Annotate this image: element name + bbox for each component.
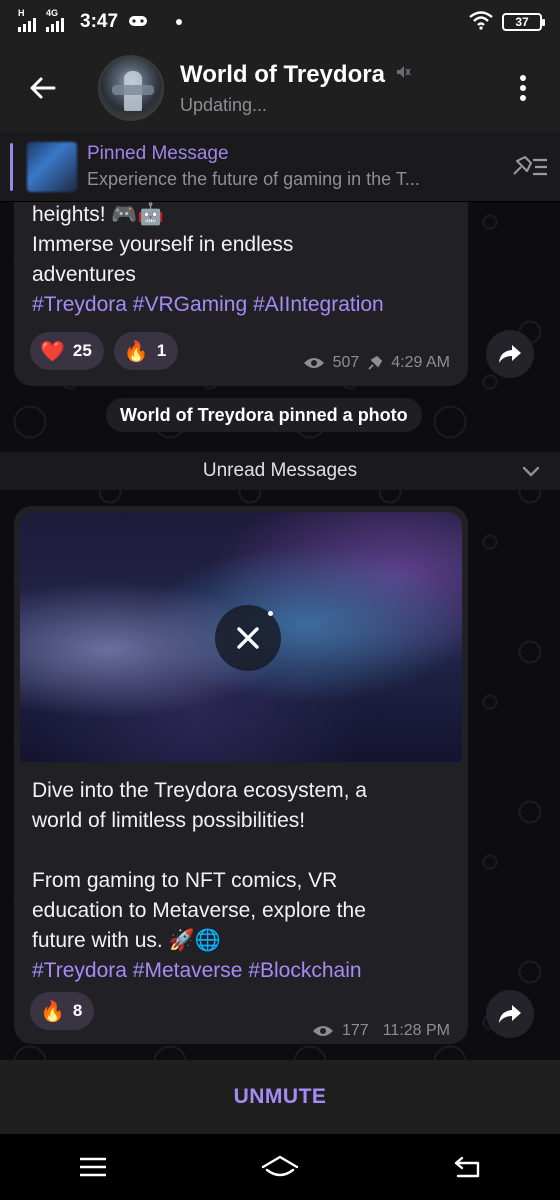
- recent-apps-button[interactable]: [63, 1142, 123, 1192]
- game-controller-icon: [128, 14, 148, 31]
- unmute-button[interactable]: UNMUTE: [234, 1085, 327, 1109]
- pinned-label: Pinned Message: [87, 143, 229, 164]
- more-options-button[interactable]: [500, 44, 546, 132]
- view-count: 507: [332, 354, 360, 371]
- message-bubble[interactable]: Dive into the Treydora ecosystem, a worl…: [14, 506, 468, 1044]
- more-vert-icon: [520, 75, 526, 101]
- progress-indicator: [268, 611, 273, 616]
- pinned-indicator: [10, 142, 13, 191]
- reactions: ❤️ 25 🔥 1: [30, 332, 179, 370]
- reactions: 🔥 8: [30, 992, 95, 1030]
- views-icon: [303, 358, 324, 368]
- message-meta: 177 11:28 PM: [312, 1022, 450, 1040]
- back-button[interactable]: [0, 44, 84, 132]
- views-icon: [313, 1026, 333, 1036]
- message-text: heights! 🎮🤖 Immerse yourself in endless …: [32, 202, 462, 320]
- channel-avatar[interactable]: [98, 55, 164, 121]
- muted-icon: [395, 64, 411, 85]
- message-time: 11:28 PM: [382, 1022, 450, 1039]
- reaction-fire[interactable]: 🔥 1: [113, 332, 179, 370]
- back-nav-button[interactable]: [437, 1142, 497, 1192]
- chevron-down-icon[interactable]: [520, 460, 542, 482]
- wifi-icon: [468, 10, 494, 35]
- service-message: World of Treydora pinned a photo: [106, 398, 422, 432]
- pinned-message-bar[interactable]: Pinned Message Experience the future of …: [0, 132, 560, 202]
- chat-header: World of Treydora Updating...: [0, 44, 560, 132]
- back-nav-icon: [454, 1156, 479, 1178]
- status-bar: H 4G 3:47 37: [0, 0, 560, 44]
- hashtags[interactable]: #Treydora #VRGaming #AIIntegration: [32, 290, 462, 320]
- share-icon: [499, 345, 521, 363]
- cancel-download-button[interactable]: [215, 605, 281, 671]
- system-nav-bar: [0, 1134, 560, 1200]
- reaction-heart[interactable]: ❤️ 25: [30, 332, 104, 370]
- message-meta: 507 4:29 AM: [303, 354, 450, 372]
- channel-title: World of Treydora: [180, 60, 385, 88]
- pinned-thumbnail: [27, 141, 77, 192]
- home-icon: [261, 1155, 299, 1177]
- cancel-download-icon: [237, 627, 259, 649]
- battery-icon: 37: [502, 13, 545, 31]
- unread-messages-divider: Unread Messages: [0, 452, 560, 490]
- message-text: Dive into the Treydora ecosystem, a worl…: [32, 776, 462, 986]
- pinned-preview: Experience the future of gaming in the T…: [87, 169, 420, 189]
- pin-list-button[interactable]: [500, 155, 560, 179]
- signal-icon: H: [18, 8, 36, 32]
- back-arrow-icon: [30, 77, 56, 99]
- signal-4g-icon: 4G: [46, 8, 64, 32]
- menu-icon: [80, 1157, 107, 1177]
- notification-dot: [176, 19, 183, 25]
- pin-icon: [368, 355, 383, 370]
- reaction-fire[interactable]: 🔥 8: [30, 992, 95, 1030]
- channel-status: Updating...: [180, 94, 268, 115]
- share-button[interactable]: [486, 990, 534, 1038]
- view-count: 177: [342, 1022, 369, 1039]
- chat-area[interactable]: heights! 🎮🤖 Immerse yourself in endless …: [0, 202, 560, 1060]
- share-icon: [499, 1005, 521, 1023]
- clock: 3:47: [80, 11, 119, 32]
- channel-info[interactable]: World of Treydora Updating...: [180, 61, 500, 116]
- pin-list-icon: [513, 155, 547, 175]
- home-button[interactable]: [250, 1142, 310, 1192]
- message-time: 4:29 AM: [391, 354, 450, 371]
- photo-preview[interactable]: [20, 512, 462, 762]
- unmute-bar: UNMUTE: [0, 1060, 560, 1134]
- share-button[interactable]: [486, 330, 534, 378]
- message-bubble[interactable]: heights! 🎮🤖 Immerse yourself in endless …: [14, 202, 468, 386]
- hashtags[interactable]: #Treydora #Metaverse #Blockchain: [32, 956, 462, 986]
